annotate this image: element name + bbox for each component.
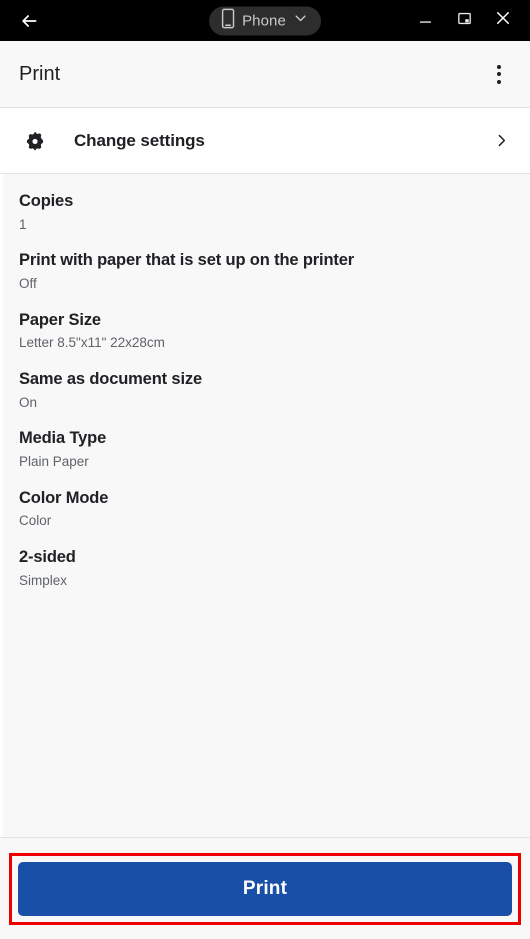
restore-window-button[interactable] [451,8,477,34]
setting-value: Simplex [19,572,68,588]
window-controls [412,8,520,34]
device-name-label: Phone [242,12,286,29]
setting-item-media-type[interactable]: Media Type Plain Paper [19,428,510,471]
chevron-down-icon[interactable] [293,11,308,31]
highlight-annotation: Print [9,852,521,925]
setting-item-same-as-document-size[interactable]: Same as document size On [19,369,510,412]
close-button[interactable] [490,8,516,34]
setting-name: Color Mode [19,488,109,507]
chevron-right-icon[interactable] [488,128,514,154]
setting-value: 1 [19,216,27,232]
setting-item-copies[interactable]: Copies 1 [19,191,510,234]
more-vertical-icon [497,64,501,84]
setting-item-printer-paper[interactable]: Print with paper that is set up on the p… [19,250,510,293]
setting-name: 2-sided [19,547,76,566]
gear-icon [22,130,47,152]
setting-value: On [19,394,38,410]
page-header: Print [0,41,530,108]
setting-name: Print with paper that is set up on the p… [19,251,355,270]
window-titlebar: Phone [0,0,530,41]
setting-name: Copies [19,192,74,210]
setting-item-paper-size[interactable]: Paper Size Letter 8.5"x11" 22x28cm [19,310,510,353]
close-icon [494,9,512,32]
more-options-button[interactable] [484,57,514,91]
setting-value: Plain Paper [19,454,89,470]
print-button[interactable]: Print [18,861,512,916]
setting-name: Same as document size [19,369,203,388]
print-footer: Print [0,837,530,939]
setting-value: Color [19,513,52,529]
setting-name: Paper Size [19,310,101,329]
minimize-icon [417,10,434,32]
restore-window-icon [456,10,473,32]
setting-item-2-sided[interactable]: 2-sided Simplex [19,547,510,590]
back-arrow-icon [19,11,39,31]
change-settings-row[interactable]: Change settings [0,108,530,174]
setting-name: Media Type [19,429,107,448]
minimize-button[interactable] [412,8,438,34]
change-settings-label: Change settings [74,130,205,150]
setting-value: Off [19,276,37,292]
phone-icon [221,8,235,33]
device-selector-pill[interactable]: Phone [209,6,321,35]
setting-item-color-mode[interactable]: Color Mode Color [19,488,510,531]
page-title: Print [19,63,61,85]
setting-value: Letter 8.5"x11" 22x28cm [19,335,165,351]
back-button[interactable] [12,4,46,38]
print-dialog-window: Phone Print Change settings Copies 1 Pri… [0,0,530,939]
print-settings-list: Copies 1 Print with paper that is set up… [0,174,530,837]
